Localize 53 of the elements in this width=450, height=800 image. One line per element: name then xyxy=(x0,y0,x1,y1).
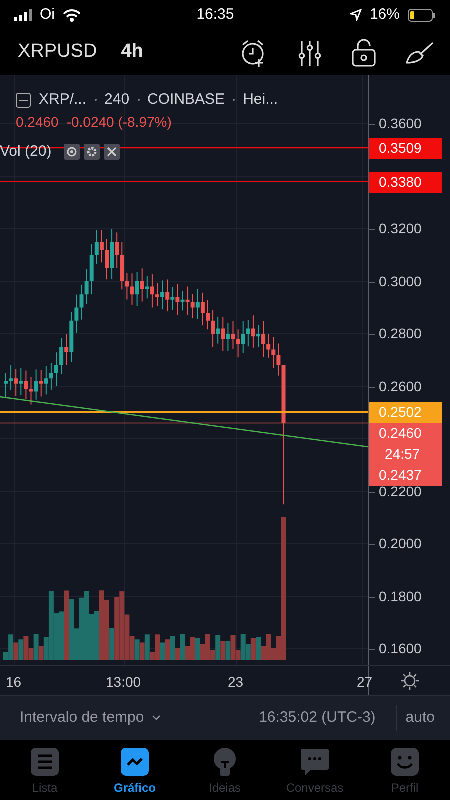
price-label: 0.3600 xyxy=(379,114,422,134)
price-label: 0.1800 xyxy=(379,587,422,606)
status-time: 16:35 xyxy=(196,4,234,25)
price-tag: 0.2460 xyxy=(369,423,442,444)
collapse-icon[interactable] xyxy=(16,92,31,108)
list-icon xyxy=(31,748,59,776)
time-label: 23 xyxy=(228,673,244,692)
separator-dot xyxy=(94,99,97,102)
legend-change: -0.0240 (-8.97%) xyxy=(66,112,172,132)
settings-button[interactable] xyxy=(84,144,100,160)
legend-price: 0.2460 xyxy=(16,112,59,132)
clock-text: 16:35:02 (UTC-3) xyxy=(259,708,376,728)
symbol-title[interactable]: XRPUSD xyxy=(18,38,98,67)
price-label: 0.2800 xyxy=(379,324,422,344)
price-tag: 0.3509 xyxy=(369,138,442,159)
price-tag: 0.3380 xyxy=(369,172,442,193)
interval-title[interactable]: 4h xyxy=(121,38,144,67)
time-label: 16 xyxy=(6,673,22,692)
time-range-dropdown[interactable]: Intervalo de tempo xyxy=(19,706,162,730)
carrier-name: Oi xyxy=(40,4,55,25)
sliders-icon[interactable] xyxy=(298,40,322,66)
separator-dot xyxy=(233,99,236,102)
price-label: 0.3000 xyxy=(379,272,422,291)
legend-interval: 240 xyxy=(104,90,130,110)
unlock-icon[interactable] xyxy=(352,38,376,66)
legend-symbol: XRP/... xyxy=(39,90,87,110)
price-label: 0.2600 xyxy=(379,377,422,396)
battery-percent: 16% xyxy=(370,4,400,25)
chat-icon xyxy=(301,748,329,776)
price-label: 0.2000 xyxy=(379,534,422,554)
time-label: 13:00 xyxy=(106,673,142,692)
auto-scale-button[interactable]: auto xyxy=(404,706,436,730)
chart-icon xyxy=(121,748,149,776)
tab-item[interactable]: Gráfico xyxy=(90,740,180,800)
time-label: 27 xyxy=(357,673,373,692)
lightbulb-icon xyxy=(211,748,239,776)
smiley-icon xyxy=(391,748,419,776)
chevron-down-icon xyxy=(152,715,162,721)
separator-dot xyxy=(138,99,140,102)
brush-icon[interactable] xyxy=(406,40,434,64)
countdown-tag: 24:57 xyxy=(369,444,442,466)
brightness-icon[interactable] xyxy=(400,670,420,690)
legend-exchange: COINBASE xyxy=(148,90,226,110)
eye-button[interactable] xyxy=(64,144,80,160)
legend-style: Hei... xyxy=(243,90,278,110)
location-icon xyxy=(350,9,362,21)
price-tag: 0.2502 xyxy=(369,402,442,424)
price-label: 0.1600 xyxy=(379,640,422,658)
close-button[interactable] xyxy=(104,144,120,160)
wifi-icon xyxy=(63,8,81,22)
battery-icon xyxy=(408,8,436,22)
price-label: 0.3200 xyxy=(379,220,422,238)
price-tag: 0.2437 xyxy=(369,465,442,486)
